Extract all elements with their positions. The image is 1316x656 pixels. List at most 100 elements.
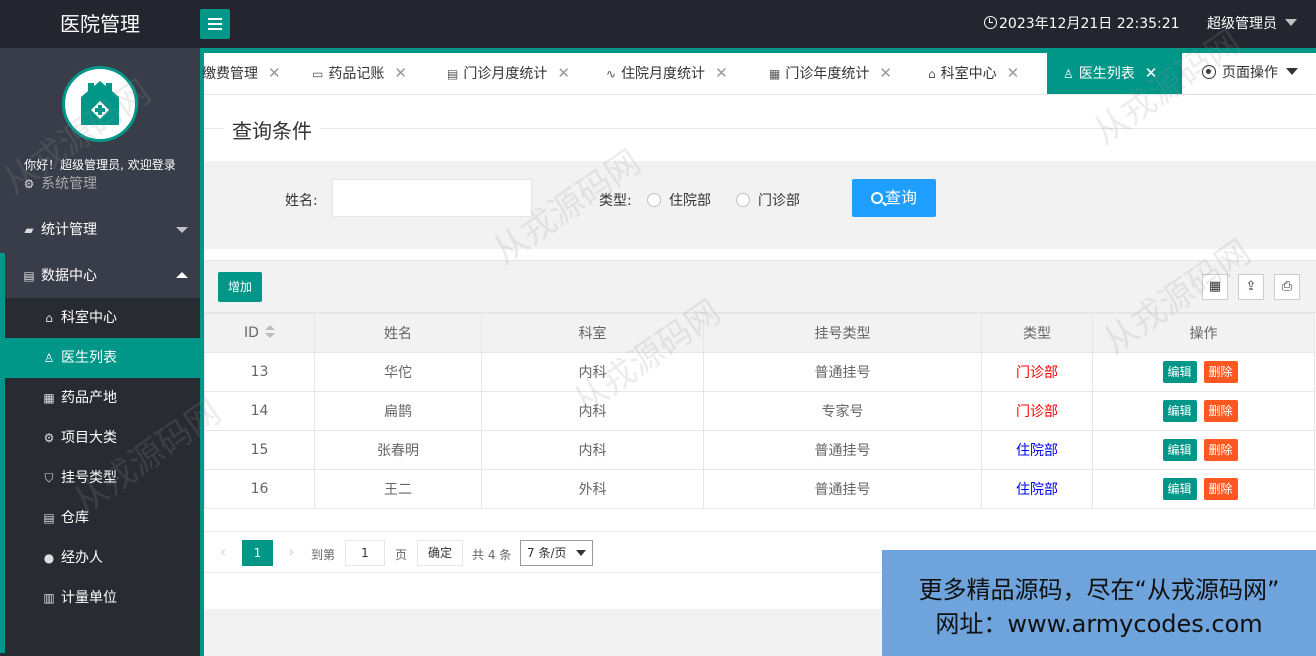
add-button[interactable]: 增加: [218, 272, 262, 302]
goto-page-input[interactable]: 1: [345, 540, 385, 566]
sidebar-item-doctors[interactable]: ♙ 医生列表: [0, 338, 200, 378]
delete-button[interactable]: 删除: [1203, 478, 1238, 500]
tab-label: 门诊月度统计: [463, 66, 548, 82]
print-icon[interactable]: ⎙: [1274, 274, 1300, 300]
tab-label: 门诊年度统计: [785, 66, 870, 82]
radio-outpatient[interactable]: 门诊部: [736, 190, 800, 210]
header-actions: 操作: [1092, 313, 1315, 353]
cell-reg-type: 普通挂号: [703, 430, 982, 470]
radio-label: 住院部: [669, 193, 711, 209]
tab-doctors[interactable]: ♙ 医生列表 ✕: [1047, 53, 1182, 94]
sidebar-item-unit[interactable]: ▥ 计量单位: [0, 578, 200, 618]
current-page[interactable]: 1: [242, 540, 273, 566]
menu-toggle-button[interactable]: [200, 9, 230, 39]
sidebar-open-group-marker: [0, 253, 5, 653]
prev-page-icon[interactable]: ‹: [220, 542, 226, 561]
tab-label: 住院月度统计: [621, 66, 706, 82]
top-header: 医院管理 2023年12月21日 22:35:21 超级管理员: [0, 0, 1316, 48]
tab-inpatient-monthly[interactable]: ∿ 住院月度统计 ✕: [606, 53, 728, 94]
sidebar-item-handler[interactable]: ● 经办人: [0, 538, 200, 578]
cell-reg-type: 专家号: [703, 391, 982, 431]
table-header-row: ID 姓名 科室 挂号类型 类型 操作: [204, 313, 1315, 353]
close-icon[interactable]: ✕: [1007, 53, 1020, 94]
chart-icon: ▰: [24, 223, 34, 237]
tab-label: 医生列表: [1078, 66, 1135, 82]
sidebar-item-label: 系统管理: [41, 176, 97, 192]
sidebar-group-stats[interactable]: ▰ 统计管理: [0, 210, 200, 250]
datetime-text: 2023年12月21日 22:35:21: [999, 16, 1180, 32]
welcome-text: 你好！超级管理员, 欢迎登录: [24, 158, 176, 172]
table-row: 14 扁鹊 内科 专家号 门诊部 编辑 删除: [204, 391, 1315, 431]
radio-circle-icon: [736, 193, 750, 207]
edit-button[interactable]: 编辑: [1162, 400, 1197, 422]
cell-id: 14: [204, 391, 315, 431]
header-dept: 科室: [481, 313, 704, 353]
type-label: 类型:: [599, 193, 632, 209]
tab-outpatient-monthly[interactable]: ▤ 门诊月度统计 ✕: [447, 53, 570, 94]
edit-button[interactable]: 编辑: [1162, 361, 1197, 383]
tab-departments[interactable]: ⌂ 科室中心 ✕: [928, 53, 1019, 94]
close-icon[interactable]: ✕: [879, 53, 892, 94]
ad-line-1: 更多精品源码，尽在“从戎源码网”: [918, 576, 1280, 604]
datetime-display: 2023年12月21日 22:35:21: [984, 0, 1180, 48]
cell-id: 13: [204, 352, 315, 392]
cell-dept: 内科: [481, 352, 704, 392]
caret-down-icon: [1286, 68, 1298, 75]
clipboard-icon: ▤: [447, 67, 459, 81]
file-icon: ▤: [23, 269, 35, 283]
close-icon[interactable]: ✕: [1145, 53, 1158, 94]
sidebar-item-drug-origin[interactable]: ▦ 药品产地: [0, 378, 200, 418]
sidebar-item-more[interactable]: [0, 618, 200, 656]
radio-inpatient[interactable]: 住院部: [647, 190, 711, 210]
close-icon[interactable]: ✕: [268, 53, 281, 94]
delete-button[interactable]: 删除: [1203, 361, 1238, 383]
edit-button[interactable]: 编辑: [1162, 478, 1197, 500]
sidebar-item-label: 数据中心: [41, 268, 97, 284]
sidebar-item-warehouse[interactable]: ▤ 仓库: [0, 498, 200, 538]
export-icon[interactable]: ⇪: [1238, 274, 1264, 300]
sidebar-item-label: 仓库: [61, 510, 89, 526]
sort-icon[interactable]: [264, 325, 275, 339]
gear-icon: ⚙: [23, 177, 35, 191]
next-page-icon[interactable]: ›: [288, 542, 294, 561]
goto-prefix: 到第: [311, 548, 336, 562]
columns-icon[interactable]: ▦: [1202, 274, 1228, 300]
home-icon: ⌂: [45, 311, 53, 325]
sidebar-item-system[interactable]: ⚙ 系统管理: [0, 174, 200, 204]
header-id[interactable]: ID: [204, 313, 315, 353]
book-icon: ▭: [312, 67, 324, 81]
tab-drug-bookkeeping[interactable]: ▭ 药品记账 ✕: [312, 53, 407, 94]
sidebar-item-project-category[interactable]: ⚙ 项目大类: [0, 418, 200, 458]
name-input[interactable]: [332, 179, 532, 217]
cell-dept: 内科: [481, 430, 704, 470]
sidebar-item-registration-type[interactable]: ⛉ 挂号类型: [0, 458, 200, 498]
query-button[interactable]: 查询: [852, 179, 936, 217]
user-name: 超级管理员: [1207, 16, 1277, 32]
pulse-icon: ∿: [606, 67, 617, 81]
user-menu[interactable]: 超级管理员: [1207, 0, 1297, 48]
close-icon[interactable]: ✕: [394, 53, 407, 94]
cell-name: 华佗: [314, 352, 482, 392]
sidebar-item-label: 项目大类: [61, 430, 117, 446]
delete-button[interactable]: 删除: [1203, 439, 1238, 461]
page-size-select[interactable]: 7 条/页: [520, 540, 593, 566]
sidebar-item-departments[interactable]: ⌂ 科室中心: [0, 298, 200, 338]
target-icon: [1202, 65, 1216, 79]
sidebar-group-data-center[interactable]: ▤ 数据中心: [0, 256, 200, 296]
tab-label: 药品记账: [328, 66, 385, 82]
tab-payment[interactable]: 缴费管理 ✕: [202, 53, 281, 94]
clock-icon: [984, 16, 997, 29]
fieldset-divider: [204, 128, 1316, 129]
delete-button[interactable]: 删除: [1203, 400, 1238, 422]
page-operations-menu[interactable]: 页面操作: [1182, 53, 1316, 94]
close-icon[interactable]: ✕: [557, 53, 570, 94]
doctor-table: ID 姓名 科室 挂号类型 类型 操作 13 华佗 内科 普通挂号 门诊部 编辑…: [204, 313, 1315, 509]
header-reg-type: 挂号类型: [703, 313, 982, 353]
edit-button[interactable]: 编辑: [1162, 439, 1197, 461]
close-icon[interactable]: ✕: [715, 53, 728, 94]
query-title: 查询条件: [224, 115, 320, 144]
goto-confirm-button[interactable]: 确定: [417, 540, 463, 566]
tab-outpatient-yearly[interactable]: ▦ 门诊年度统计 ✕: [769, 53, 892, 94]
cell-type: 住院部: [981, 430, 1093, 470]
user-icon: ♙: [1063, 67, 1074, 81]
